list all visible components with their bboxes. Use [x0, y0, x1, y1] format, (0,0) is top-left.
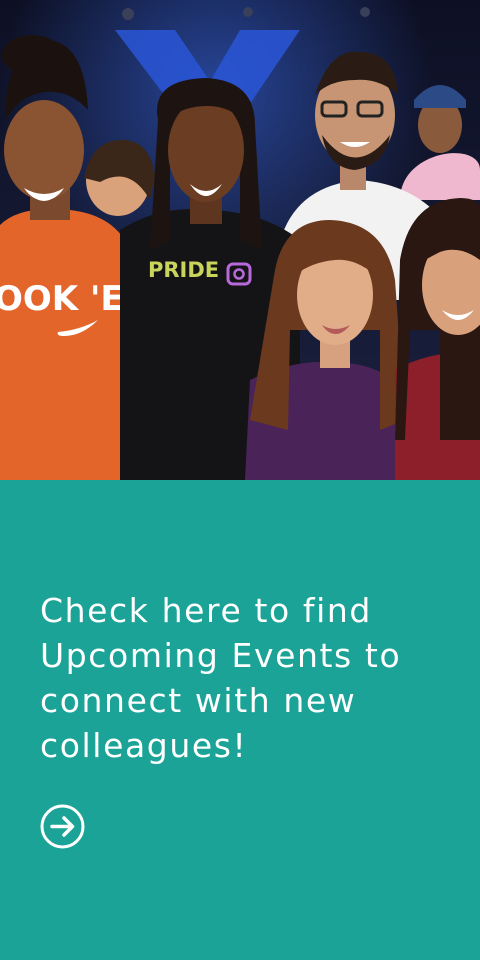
hero-photo: OOK 'EM PRIDE — [0, 0, 480, 480]
promo-message: Check here to find Upcoming Events to co… — [40, 591, 402, 765]
promo-panel: Check here to find Upcoming Events to co… — [0, 480, 480, 960]
shirt-center-text: PRIDE — [148, 258, 219, 282]
arrow-right-circle-icon[interactable] — [40, 804, 85, 849]
promo-card[interactable]: OOK 'EM PRIDE Check here to find Upcomin… — [0, 0, 480, 960]
